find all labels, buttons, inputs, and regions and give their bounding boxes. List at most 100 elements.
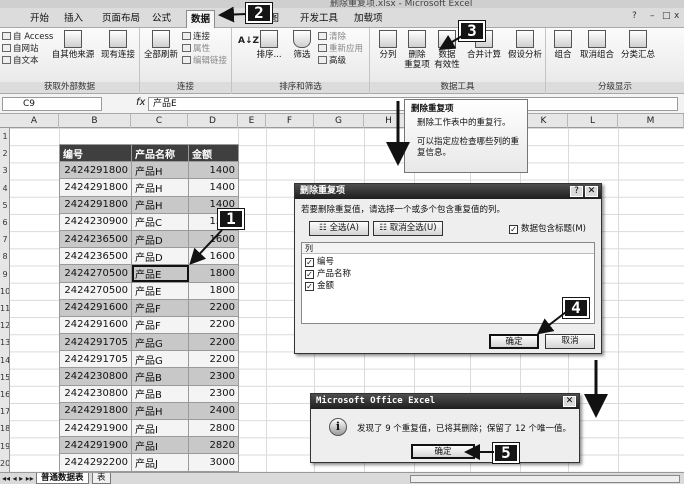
reapply-button[interactable]: 重新应用 [318,44,363,55]
column-header[interactable]: L [568,114,618,128]
cell-product[interactable]: 产品H [131,161,189,180]
close-icon[interactable]: ✕ [585,186,598,197]
ungroup-button[interactable]: 取消组合 [576,30,618,60]
column-header[interactable]: A [10,114,59,128]
cell-product[interactable]: 产品D [131,247,189,266]
cell-product[interactable]: 产品E [131,281,189,300]
filter-button[interactable]: 筛选 [288,30,316,60]
help-icon[interactable]: ? [632,11,637,21]
sort-button[interactable]: 排序... [252,30,286,60]
tab-developer[interactable]: 开发工具 [296,10,342,28]
cancel-button[interactable]: 取消 [545,334,595,349]
tab-addins[interactable]: 加载项 [350,10,387,28]
header-product[interactable]: 产品名称 [131,143,189,163]
column-header[interactable]: G [314,114,364,128]
cell-id[interactable]: 2424291900 [59,436,132,455]
cell-amount[interactable]: 2300 [188,384,239,403]
cell-id[interactable]: 2424230800 [59,367,132,386]
cell-product[interactable]: 产品H [131,401,189,421]
ok-button[interactable]: 确定 [489,334,539,349]
row-header[interactable]: 14 [0,352,9,369]
row-header[interactable]: 3 [0,162,9,179]
column-checkbox-product[interactable]: ✓ 产品名称 [305,268,594,280]
row-header[interactable]: 17 [0,403,9,420]
cell-product[interactable]: 产品I [131,436,189,455]
cell-product[interactable]: 产品H [131,178,189,197]
row-header[interactable]: 8 [0,248,9,265]
properties-button[interactable]: 属性 [182,44,210,55]
remove-duplicates-button[interactable]: 删除 重复项 [402,30,432,70]
cell-amount[interactable]: 2200 [188,298,239,317]
from-other-sources-button[interactable]: 自其他来源 [50,30,96,60]
tab-page-layout[interactable]: 页面布局 [98,10,144,28]
cell-product[interactable]: 产品B [131,367,189,386]
maximize-icon[interactable]: □ [662,11,671,21]
from-access-button[interactable]: 自 Access [2,32,53,43]
row-header[interactable]: 6 [0,214,9,231]
what-if-button[interactable]: 假设分析 [504,30,546,60]
message-ok-button[interactable]: 确定 [411,444,475,459]
cell-amount[interactable]: 2820 [188,436,239,455]
column-header[interactable]: F [266,114,314,128]
row-header[interactable]: 11 [0,300,9,317]
cell-id[interactable]: 2424291705 [59,333,132,352]
cell-product[interactable]: 产品H [131,195,189,214]
row-header[interactable]: 12 [0,317,9,334]
tab-insert[interactable]: 插入 [60,10,87,28]
cell-id[interactable]: 2424230900 [59,212,132,231]
sheet-nav-arrows[interactable]: ◂◂ ◂ ▸ ▸▸ [2,473,34,484]
column-header[interactable]: D [188,114,238,128]
existing-connections-button[interactable]: 现有连接 [98,30,138,60]
row-header[interactable]: 15 [0,369,9,386]
edit-links-button[interactable]: 编辑链接 [182,56,227,67]
cell-id[interactable]: 2424270500 [59,264,132,283]
row-header[interactable]: 13 [0,334,9,351]
subtotal-button[interactable]: 分类汇总 [618,30,658,60]
cell-id[interactable]: 2424236500 [59,247,132,266]
cell-amount[interactable]: 3000 [188,453,239,472]
row-header[interactable]: 20 [0,455,9,472]
column-header[interactable]: M [618,114,684,128]
tab-formulas[interactable]: 公式 [148,10,175,28]
cell-id[interactable]: 2424291800 [59,178,132,197]
cell-id[interactable]: 2424291800 [59,401,132,421]
cell-id[interactable]: 2424236500 [59,229,132,249]
fx-icon[interactable]: fx [136,97,145,108]
column-checkbox-id[interactable]: ✓ 编号 [305,256,594,268]
row-header[interactable]: 4 [0,180,9,197]
column-header[interactable]: E [238,114,266,128]
cell-id[interactable]: 2424291600 [59,298,132,317]
cell-product[interactable]: 产品B [131,384,189,403]
column-header[interactable]: C [131,114,188,128]
cell-amount[interactable]: 1600 [188,229,239,249]
connections-button[interactable]: 连接 [182,32,210,43]
cell-product[interactable]: 产品J [131,453,189,472]
minimize-icon[interactable]: – [650,11,655,21]
data-validation-button[interactable]: 数据 有效性 [432,30,462,70]
name-box[interactable]: C9 [2,97,102,111]
cell-product[interactable]: 产品G [131,350,189,369]
cell-id[interactable]: 2424291705 [59,350,132,369]
close-icon[interactable]: x [674,11,679,21]
row-header[interactable]: 7 [0,231,9,248]
has-header-checkbox[interactable]: ✓ 数据包含标题(M) [509,222,586,234]
cell-amount[interactable]: 2300 [188,367,239,386]
group-button[interactable]: 组合 [550,30,576,60]
cell-id[interactable]: 2424292200 [59,453,132,472]
clear-button[interactable]: 清除 [318,32,346,43]
select-all-button[interactable]: ☷ 全选(A) [309,221,369,236]
from-web-button[interactable]: 自网站 [2,44,39,55]
tab-data[interactable]: 数据 [186,10,216,28]
cell-amount[interactable]: 2800 [188,418,239,438]
cell-amount[interactable]: 2400 [188,401,239,421]
column-header[interactable]: B [59,114,131,128]
row-header[interactable]: 5 [0,197,9,214]
refresh-all-button[interactable]: 全部刷新 [142,30,180,60]
help-icon[interactable]: ? [570,186,583,197]
cell-product[interactable]: 产品F [131,315,189,335]
unselect-all-button[interactable]: ☷ 取消全选(U) [373,221,443,236]
row-header[interactable]: 19 [0,438,9,455]
cell-product[interactable]: 产品E [131,264,189,283]
horizontal-scrollbar[interactable] [410,475,680,483]
sheet-tab-normal[interactable]: 普通数据表 [36,473,89,484]
